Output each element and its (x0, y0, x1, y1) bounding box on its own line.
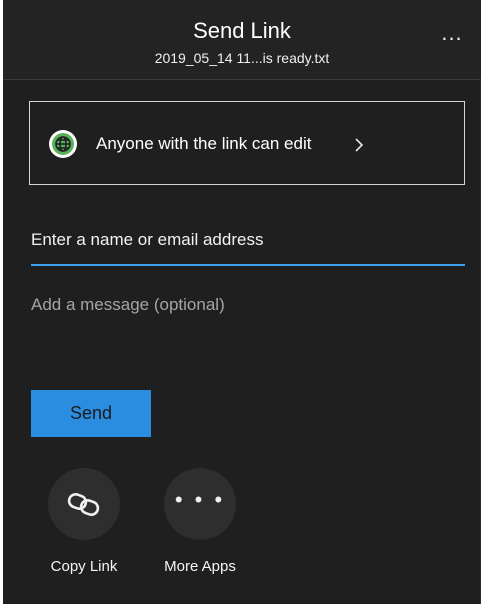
send-link-dialog: Send Link 2019_05_14 11...is ready.txt .… (3, 0, 481, 604)
more-dots-icon: • • • (174, 487, 226, 512)
copy-link-circle (48, 468, 120, 540)
file-name: 2019_05_14 11...is ready.txt (154, 50, 330, 66)
copy-link-label: Copy Link (50, 558, 118, 575)
dialog-header: Send Link 2019_05_14 11...is ready.txt .… (3, 0, 481, 80)
link-permissions-label: Anyone with the link can edit (96, 134, 312, 153)
more-options-button[interactable]: ... (437, 22, 467, 50)
link-permissions-button[interactable]: Anyone with the link can edit (29, 101, 465, 185)
dialog-title: Send Link (193, 18, 291, 43)
more-apps-label: More Apps (164, 558, 236, 575)
more-apps-circle: • • • (164, 468, 236, 540)
chevron-right-icon (355, 138, 364, 152)
message-input[interactable] (31, 295, 465, 335)
recipient-input[interactable] (31, 222, 465, 266)
globe-icon (49, 130, 77, 158)
send-button[interactable]: Send (31, 390, 151, 437)
more-apps-button[interactable]: • • • More Apps (145, 468, 255, 578)
copy-link-button[interactable]: Copy Link (29, 468, 139, 578)
link-icon (67, 493, 100, 516)
